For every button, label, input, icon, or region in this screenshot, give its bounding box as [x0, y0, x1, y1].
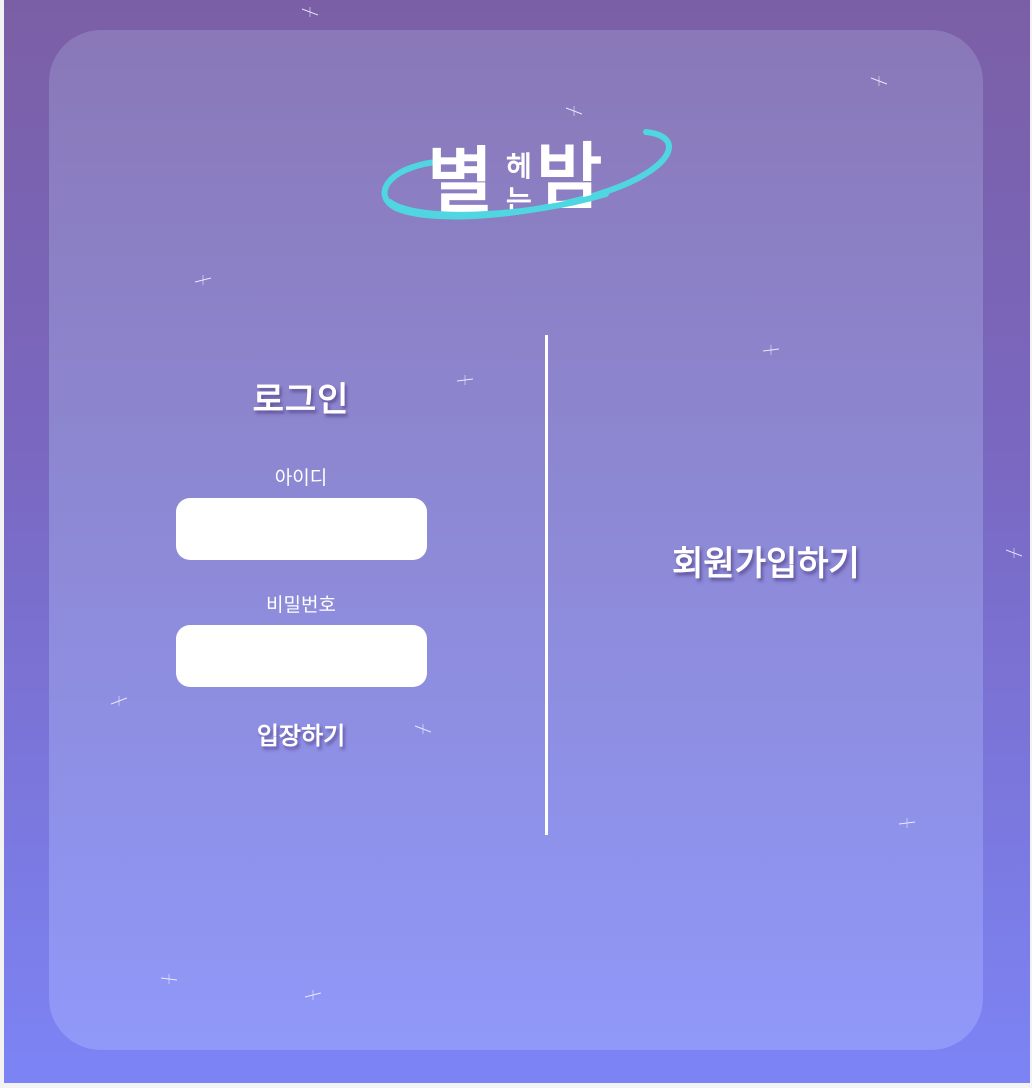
sparkle-icon	[566, 106, 582, 116]
id-label: 아이디	[274, 467, 328, 489]
password-input[interactable]	[176, 625, 427, 687]
logo-char-he: 헤	[506, 150, 532, 183]
id-input[interactable]	[176, 498, 427, 560]
enter-button[interactable]: 입장하기	[176, 716, 426, 751]
sparkle-icon	[763, 345, 779, 355]
page-background: 별 헤 는 밤 로그인 아이디 비밀번호 입장하기 회원가입하기	[4, 0, 1030, 1083]
sparkle-icon	[111, 696, 127, 706]
logo: 별 헤 는 밤	[381, 129, 672, 223]
sparkle-icon	[302, 7, 318, 17]
column-divider	[545, 335, 548, 835]
sparkle-icon	[457, 375, 473, 385]
logo-char-byeol: 별	[427, 139, 493, 223]
sparkle-icon	[195, 275, 211, 285]
sparkle-icon	[305, 990, 321, 1000]
signup-button[interactable]: 회원가입하기	[616, 536, 916, 585]
password-label: 비밀번호	[266, 594, 336, 616]
sparkle-icon	[161, 974, 177, 984]
sparkle-icon	[871, 76, 887, 86]
login-title: 로그인	[252, 380, 350, 420]
sparkle-icon	[1006, 548, 1022, 558]
sparkle-icon	[899, 818, 915, 828]
